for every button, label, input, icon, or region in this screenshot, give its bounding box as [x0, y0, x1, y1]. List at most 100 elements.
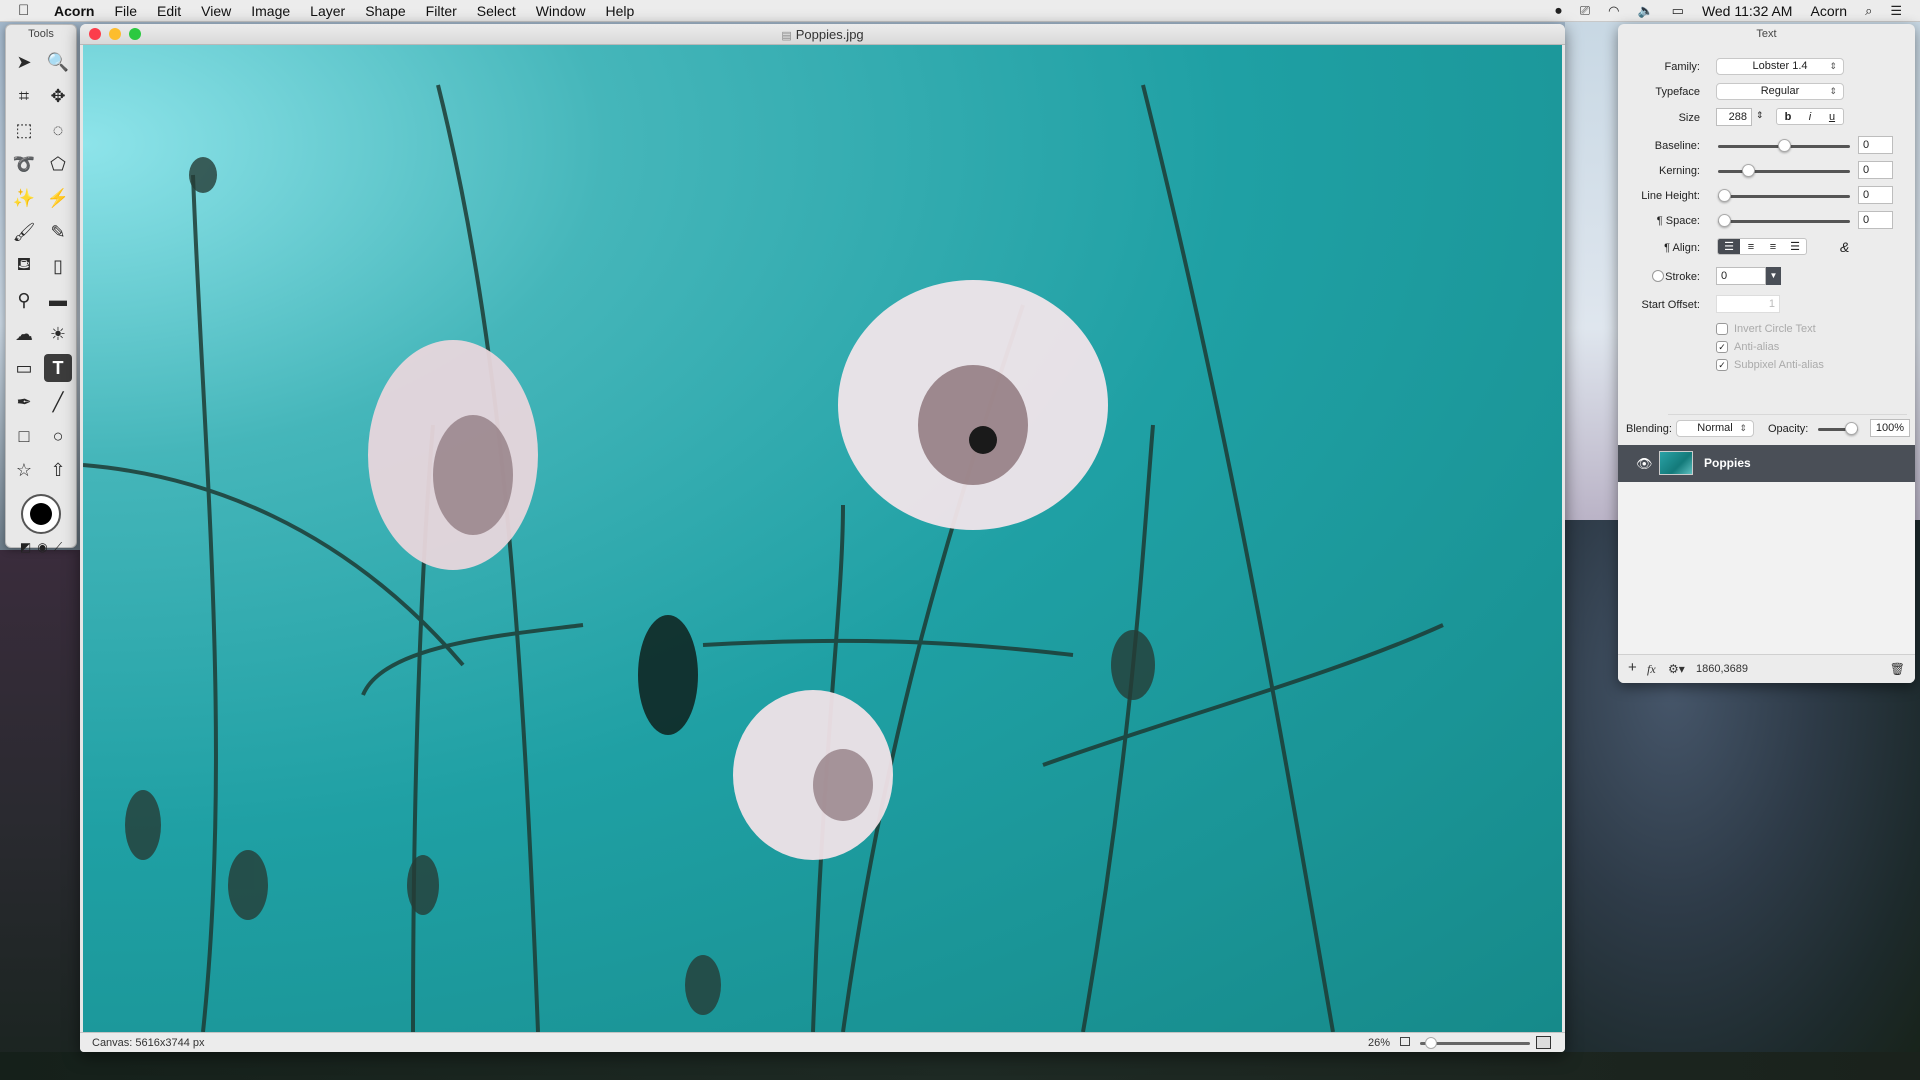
kerning-slider-knob[interactable] — [1741, 164, 1755, 177]
stroke-field[interactable]: 0 — [1716, 267, 1766, 285]
paragraph-space-slider-knob[interactable] — [1718, 214, 1731, 227]
align-center-icon[interactable]: ≡ — [1740, 239, 1762, 254]
menu-app-name[interactable]: Acorn — [54, 3, 94, 19]
menu-file[interactable]: File — [114, 3, 137, 19]
layers-list-empty-area[interactable] — [1618, 482, 1915, 654]
pen-tool-icon[interactable]: ✒ — [10, 388, 38, 416]
clone-stamp-tool-icon[interactable]: ⚲ — [10, 286, 38, 314]
align-justify-icon[interactable]: ☰ — [1784, 239, 1806, 254]
font-family-popup[interactable]: Lobster 1.4 ⇕ — [1716, 58, 1844, 75]
kerning-slider[interactable] — [1718, 164, 1850, 177]
ellipse-marquee-tool-icon[interactable]: ◌ — [44, 116, 72, 144]
add-layer-icon[interactable]: + — [1628, 659, 1637, 676]
baseline-slider-knob[interactable] — [1777, 139, 1791, 152]
swap-colors-icon[interactable]: ◩ — [20, 540, 31, 555]
text-tool-icon[interactable]: T — [44, 354, 72, 382]
gradient-tool-icon[interactable]: ▭ — [10, 354, 38, 382]
rect-marquee-tool-icon[interactable]: ⬚ — [10, 116, 38, 144]
visibility-eye-icon[interactable]: 👁 — [1636, 456, 1653, 472]
crop-tool-icon[interactable]: ⌗ — [10, 82, 38, 110]
pencil-tool-icon[interactable]: ✎ — [44, 218, 72, 246]
menu-window[interactable]: Window — [536, 3, 586, 19]
anti-alias-checkbox[interactable]: ✓ Anti-alias — [1716, 341, 1779, 353]
line-height-slider-knob[interactable] — [1718, 189, 1731, 202]
menu-help[interactable]: Help — [606, 3, 635, 19]
kerning-field[interactable]: 0 — [1858, 161, 1893, 179]
oval-tool-icon[interactable]: ○ — [44, 422, 72, 450]
menu-clock[interactable]: Wed 11:32 AM — [1702, 3, 1793, 19]
start-offset-field[interactable]: 1 — [1716, 295, 1780, 313]
baseline-field[interactable]: 0 — [1858, 136, 1893, 154]
quick-select-tool-icon[interactable]: ⚡ — [44, 184, 72, 212]
burn-tool-icon[interactable]: ☁ — [10, 320, 38, 348]
select-arrow-tool-icon[interactable]: ➤ — [10, 48, 38, 76]
menu-filter[interactable]: Filter — [426, 3, 457, 19]
arrow-shape-tool-icon[interactable]: ⇧ — [44, 456, 72, 484]
opacity-field[interactable]: 100% — [1870, 419, 1910, 437]
opacity-slider[interactable] — [1818, 422, 1858, 435]
menu-select[interactable]: Select — [477, 3, 516, 19]
polygon-lasso-tool-icon[interactable]: ⬠ — [44, 150, 72, 178]
align-right-icon[interactable]: ≡ — [1762, 239, 1784, 254]
move-tool-icon[interactable]: ✥ — [44, 82, 72, 110]
paragraph-space-slider[interactable] — [1718, 214, 1850, 227]
spotlight-search-icon[interactable]: ⌕ — [1865, 3, 1872, 19]
zoom-slider-knob[interactable] — [1424, 1037, 1437, 1049]
zoom-slider[interactable] — [1420, 1037, 1530, 1049]
menu-view[interactable]: View — [201, 3, 231, 19]
airplay-icon[interactable]: ⎚ — [1580, 3, 1590, 19]
ligature-button[interactable]: & — [1840, 239, 1849, 255]
default-colors-icon[interactable]: ◉ — [37, 540, 47, 555]
apple-menu-icon[interactable]:  — [18, 2, 40, 19]
menu-shape[interactable]: Shape — [365, 3, 405, 19]
lasso-tool-icon[interactable]: ➰ — [10, 150, 38, 178]
layer-row[interactable]: 👁 Poppies — [1618, 445, 1915, 482]
smudge-tool-icon[interactable]: ▬ — [44, 286, 72, 314]
zoom-in-icon[interactable] — [1536, 1036, 1551, 1049]
paint-bucket-tool-icon[interactable]: ⛾ — [10, 252, 38, 280]
menu-user[interactable]: Acorn — [1810, 3, 1847, 19]
underline-button[interactable]: u — [1821, 109, 1843, 124]
italic-button[interactable]: i — [1799, 109, 1821, 124]
opacity-slider-knob[interactable] — [1845, 422, 1858, 435]
notification-center-icon[interactable]: ☰ — [1890, 3, 1902, 19]
menu-image[interactable]: Image — [251, 3, 290, 19]
star-tool-icon[interactable]: ☆ — [10, 456, 38, 484]
battery-icon[interactable]: ▭ — [1672, 3, 1684, 19]
color-well[interactable] — [21, 494, 61, 534]
grass-blade — [702, 638, 1074, 657]
magic-wand-tool-icon[interactable]: ✨ — [10, 184, 38, 212]
size-stepper-icon[interactable]: ⇕ — [1756, 110, 1764, 121]
trash-icon[interactable]: 🗑 — [1890, 662, 1905, 676]
image-canvas[interactable] — [83, 45, 1562, 1032]
zoom-tool-icon[interactable]: 🔍 — [44, 48, 72, 76]
screen-record-icon[interactable]: ⏺ — [1555, 3, 1562, 19]
line-tool-icon[interactable]: ╱ — [44, 388, 72, 416]
volume-icon[interactable]: 🔈 — [1637, 3, 1653, 19]
dodge-tool-icon[interactable]: ☀ — [44, 320, 72, 348]
rectangle-tool-icon[interactable]: □ — [10, 422, 38, 450]
typeface-popup[interactable]: Regular ⇕ — [1716, 83, 1844, 100]
eyedropper-icon[interactable]: ⟋ — [54, 540, 62, 555]
paragraph-space-field[interactable]: 0 — [1858, 211, 1893, 229]
stroke-dropdown-arrow-icon[interactable]: ▼ — [1766, 267, 1781, 285]
subpixel-anti-alias-checkbox[interactable]: ✓ Subpixel Anti-alias — [1716, 359, 1824, 371]
wifi-icon[interactable]: ◠ — [1608, 3, 1619, 19]
brush-tool-icon[interactable]: 🖌 — [10, 218, 38, 246]
invert-circle-text-checkbox[interactable]: Invert Circle Text — [1716, 323, 1816, 335]
gear-menu-icon[interactable]: ⚙▾ — [1668, 662, 1685, 676]
blending-popup[interactable]: Normal ⇕ — [1676, 420, 1754, 437]
stroke-radio[interactable] — [1652, 270, 1664, 282]
filter-fx-icon[interactable]: fx — [1647, 662, 1656, 677]
menu-edit[interactable]: Edit — [157, 3, 181, 19]
font-size-field[interactable]: 288 — [1716, 108, 1752, 126]
window-titlebar[interactable]: ▤ Poppies.jpg — [80, 24, 1565, 45]
align-left-icon[interactable]: ☰ — [1718, 239, 1740, 254]
zoom-out-icon[interactable] — [1400, 1037, 1410, 1046]
eraser-tool-icon[interactable]: ▯ — [44, 252, 72, 280]
menu-layer[interactable]: Layer — [310, 3, 345, 19]
line-height-slider[interactable] — [1718, 189, 1850, 202]
bold-button[interactable]: b — [1777, 109, 1799, 124]
line-height-field[interactable]: 0 — [1858, 186, 1893, 204]
baseline-slider[interactable] — [1718, 139, 1850, 152]
